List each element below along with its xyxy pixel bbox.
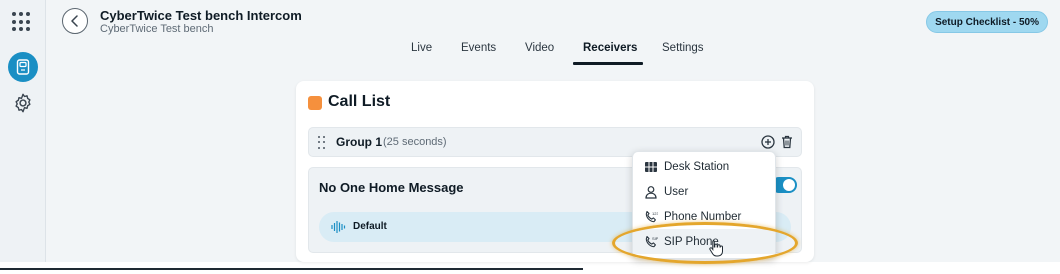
pointer-hand-icon [709,240,723,257]
bottom-border [0,268,583,270]
sip-phone-icon: SIP [645,235,658,247]
app-grid-icon[interactable] [12,12,32,32]
desk-station-icon [645,161,657,172]
tab-bar: Live Events Video Receivers Settings [46,42,1060,66]
svg-text:123: 123 [652,211,658,216]
menu-item-label: User [664,185,689,198]
menu-item-user[interactable]: User [633,179,775,204]
group-name: Group 1 [336,135,383,149]
call-list-accent-icon [308,96,322,110]
page-title: CyberTwice Test bench Intercom [100,8,302,23]
no-one-home-label: No One Home Message [319,180,464,195]
default-message-label: Default [353,221,387,232]
tab-events[interactable]: Events [461,42,496,54]
page-subtitle: CyberTwice Test bench [100,23,214,35]
menu-item-label: Phone Number [664,210,742,223]
main-content: CyberTwice Test bench Intercom CyberTwic… [46,0,1060,264]
svg-text:SIP: SIP [652,236,658,241]
audio-wave-icon [331,221,346,233]
intercom-icon[interactable] [8,52,38,82]
call-list-title: Call List [328,93,391,110]
active-tab-indicator [573,62,643,65]
tab-video[interactable]: Video [525,42,554,54]
setup-checklist-button[interactable]: Setup Checklist - 50% [926,11,1048,33]
tab-settings[interactable]: Settings [662,42,704,54]
chevron-left-icon [71,15,78,27]
sidebar [0,0,46,262]
add-receiver-icon[interactable] [761,135,775,149]
user-icon [645,185,657,199]
intercom-device-icon [16,59,30,75]
tab-receivers[interactable]: Receivers [583,42,637,54]
trash-icon[interactable] [781,135,793,149]
phone-number-icon: 123 [645,210,658,222]
drag-handle-icon[interactable] [318,136,326,150]
back-button[interactable] [62,8,88,34]
tab-live[interactable]: Live [411,42,432,54]
menu-item-sip-phone[interactable]: SIP SIP Phone [633,229,775,254]
group-duration: (25 seconds) [383,136,447,148]
menu-item-desk-station[interactable]: Desk Station [633,154,775,179]
menu-item-phone-number[interactable]: 123 Phone Number [633,204,775,229]
menu-item-label: Desk Station [664,160,730,173]
gear-icon[interactable] [12,92,34,114]
add-receiver-menu: Desk Station User 123 Phone Number SIP S… [632,151,776,259]
